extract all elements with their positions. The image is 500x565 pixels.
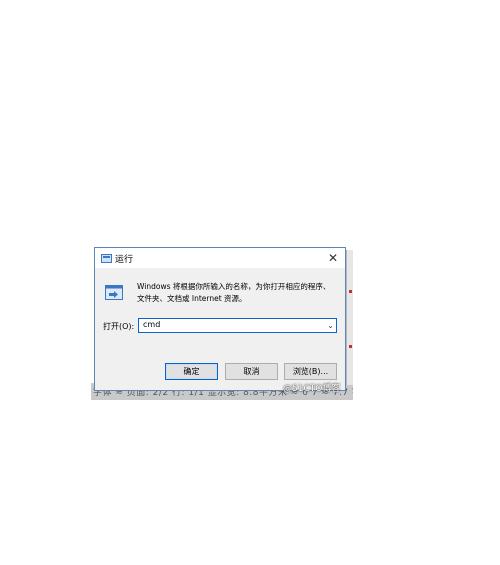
- cancel-button[interactable]: 取消: [225, 363, 278, 380]
- run-dialog: 运行 ✕ Windows 将根据你所输入的名称，为你打开相应的程序、文件夹、文档…: [94, 247, 346, 391]
- dialog-message: Windows 将根据你所输入的名称，为你打开相应的程序、文件夹、文档或 Int…: [137, 282, 331, 303]
- run-program-icon: [105, 285, 123, 300]
- open-combobox[interactable]: cmd ⌄: [138, 318, 337, 333]
- open-label: 打开(O):: [103, 322, 135, 331]
- open-input-value[interactable]: cmd: [143, 320, 160, 329]
- background-window-edge: [346, 250, 353, 385]
- run-app-icon: [101, 254, 112, 263]
- dialog-titlebar[interactable]: 运行 ✕: [95, 248, 345, 268]
- close-button[interactable]: ✕: [325, 250, 341, 266]
- edge-mark: [349, 290, 352, 293]
- watermark: @51CTO博客: [283, 384, 341, 394]
- dialog-title: 运行: [115, 255, 134, 265]
- chevron-down-icon[interactable]: ⌄: [327, 319, 334, 332]
- edge-mark: [349, 345, 352, 348]
- browse-button[interactable]: 浏览(B)...: [284, 363, 337, 380]
- ok-button[interactable]: 确定: [165, 363, 218, 380]
